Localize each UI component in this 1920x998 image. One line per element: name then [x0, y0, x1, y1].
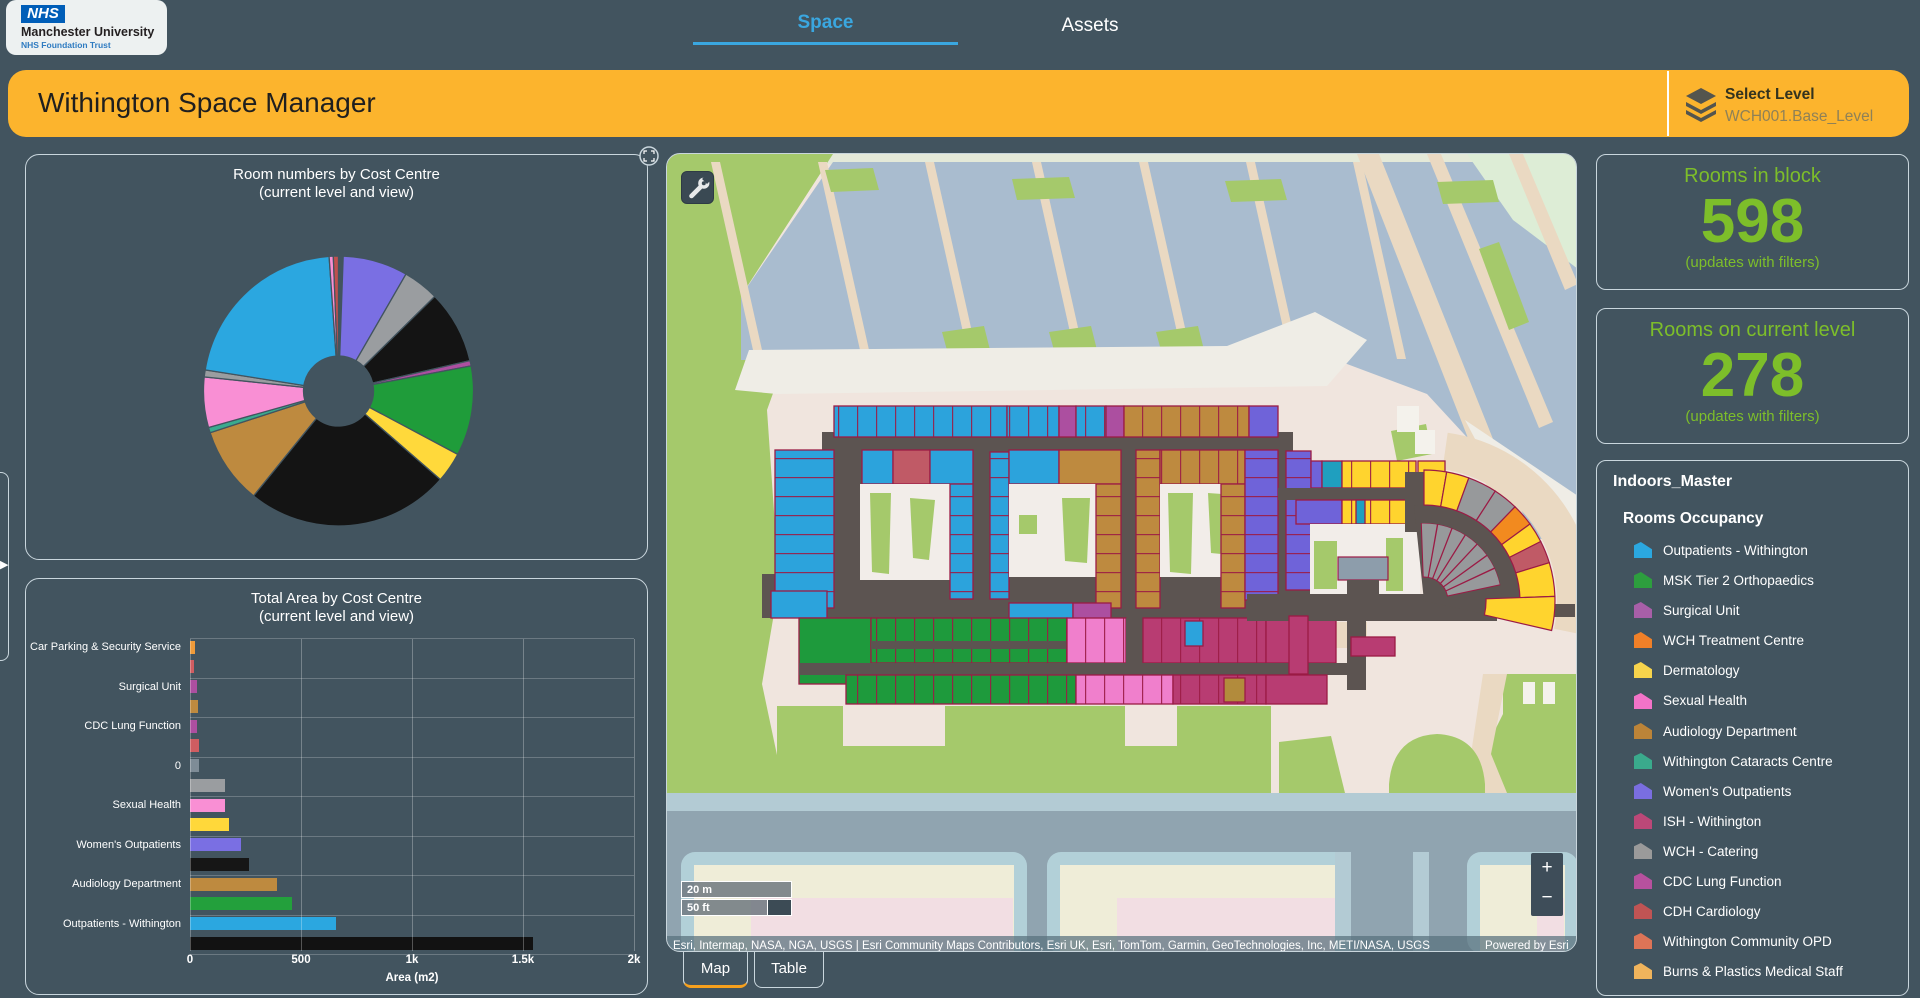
svg-text:Esri, Intermap, NASA, NGA, USG: Esri, Intermap, NASA, NGA, USGS | Esri C…: [673, 940, 1430, 952]
svg-text:Powered by Esri: Powered by Esri: [1485, 940, 1569, 952]
